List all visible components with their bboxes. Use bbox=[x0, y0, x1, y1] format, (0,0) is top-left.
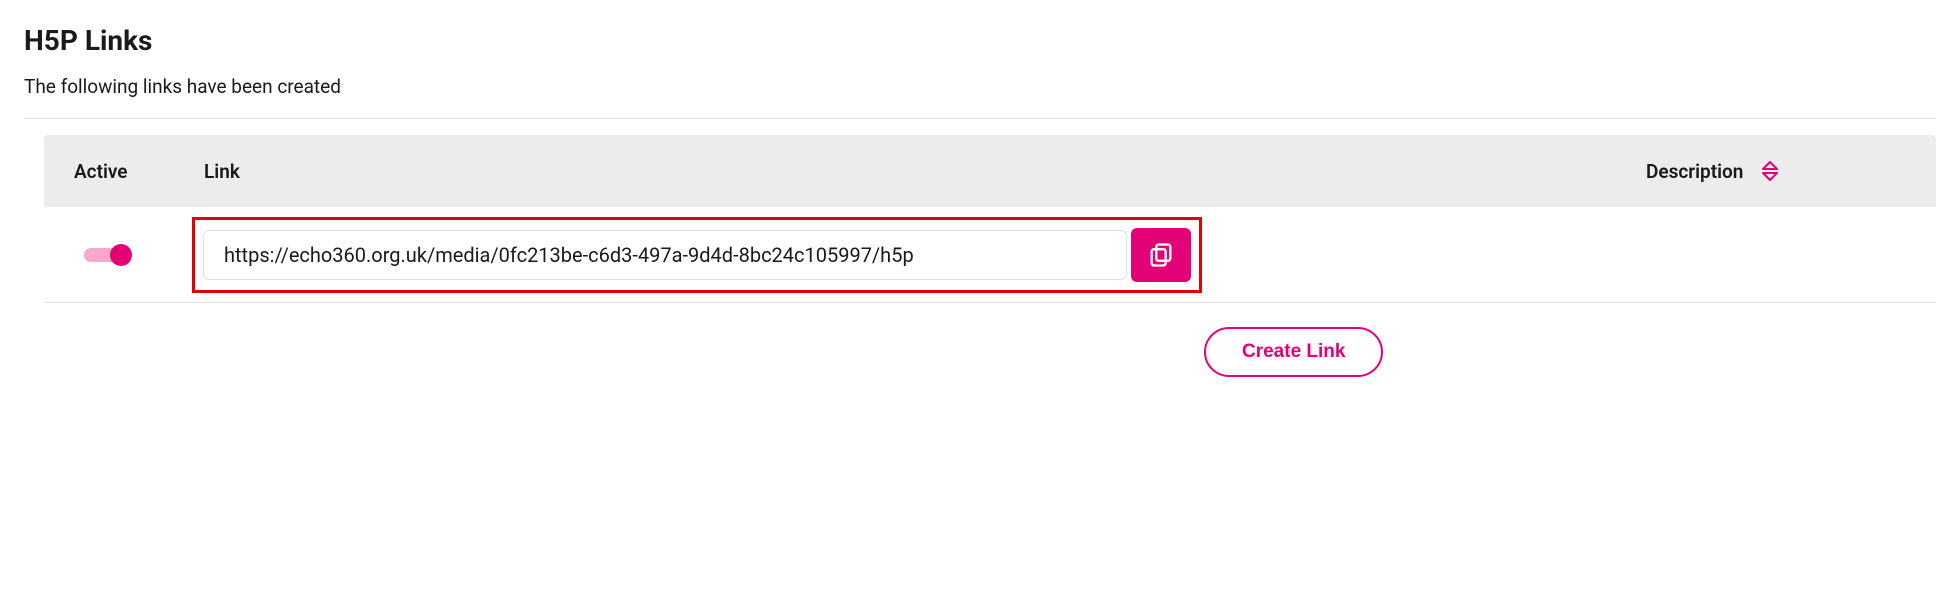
table-row: https://echo360.org.uk/media/0fc213be-c6… bbox=[44, 207, 1936, 303]
page-title: H5P Links bbox=[24, 24, 1936, 57]
sort-icon[interactable] bbox=[1761, 160, 1779, 182]
links-table: Active Link Description https://echo360.… bbox=[24, 135, 1936, 303]
active-toggle[interactable] bbox=[84, 244, 132, 266]
link-highlight: https://echo360.org.uk/media/0fc213be-c6… bbox=[192, 217, 1202, 293]
page-subtitle: The following links have been created bbox=[24, 75, 1936, 98]
create-link-button[interactable]: Create Link bbox=[1204, 327, 1383, 377]
link-url-field[interactable]: https://echo360.org.uk/media/0fc213be-c6… bbox=[203, 230, 1127, 280]
table-header-row: Active Link Description bbox=[44, 135, 1936, 207]
column-header-active: Active bbox=[44, 160, 184, 183]
column-header-description[interactable]: Description bbox=[1636, 160, 1936, 183]
column-header-description-label: Description bbox=[1646, 160, 1743, 183]
copy-icon bbox=[1147, 241, 1175, 269]
copy-button[interactable] bbox=[1131, 228, 1191, 282]
column-header-link: Link bbox=[184, 160, 1636, 183]
